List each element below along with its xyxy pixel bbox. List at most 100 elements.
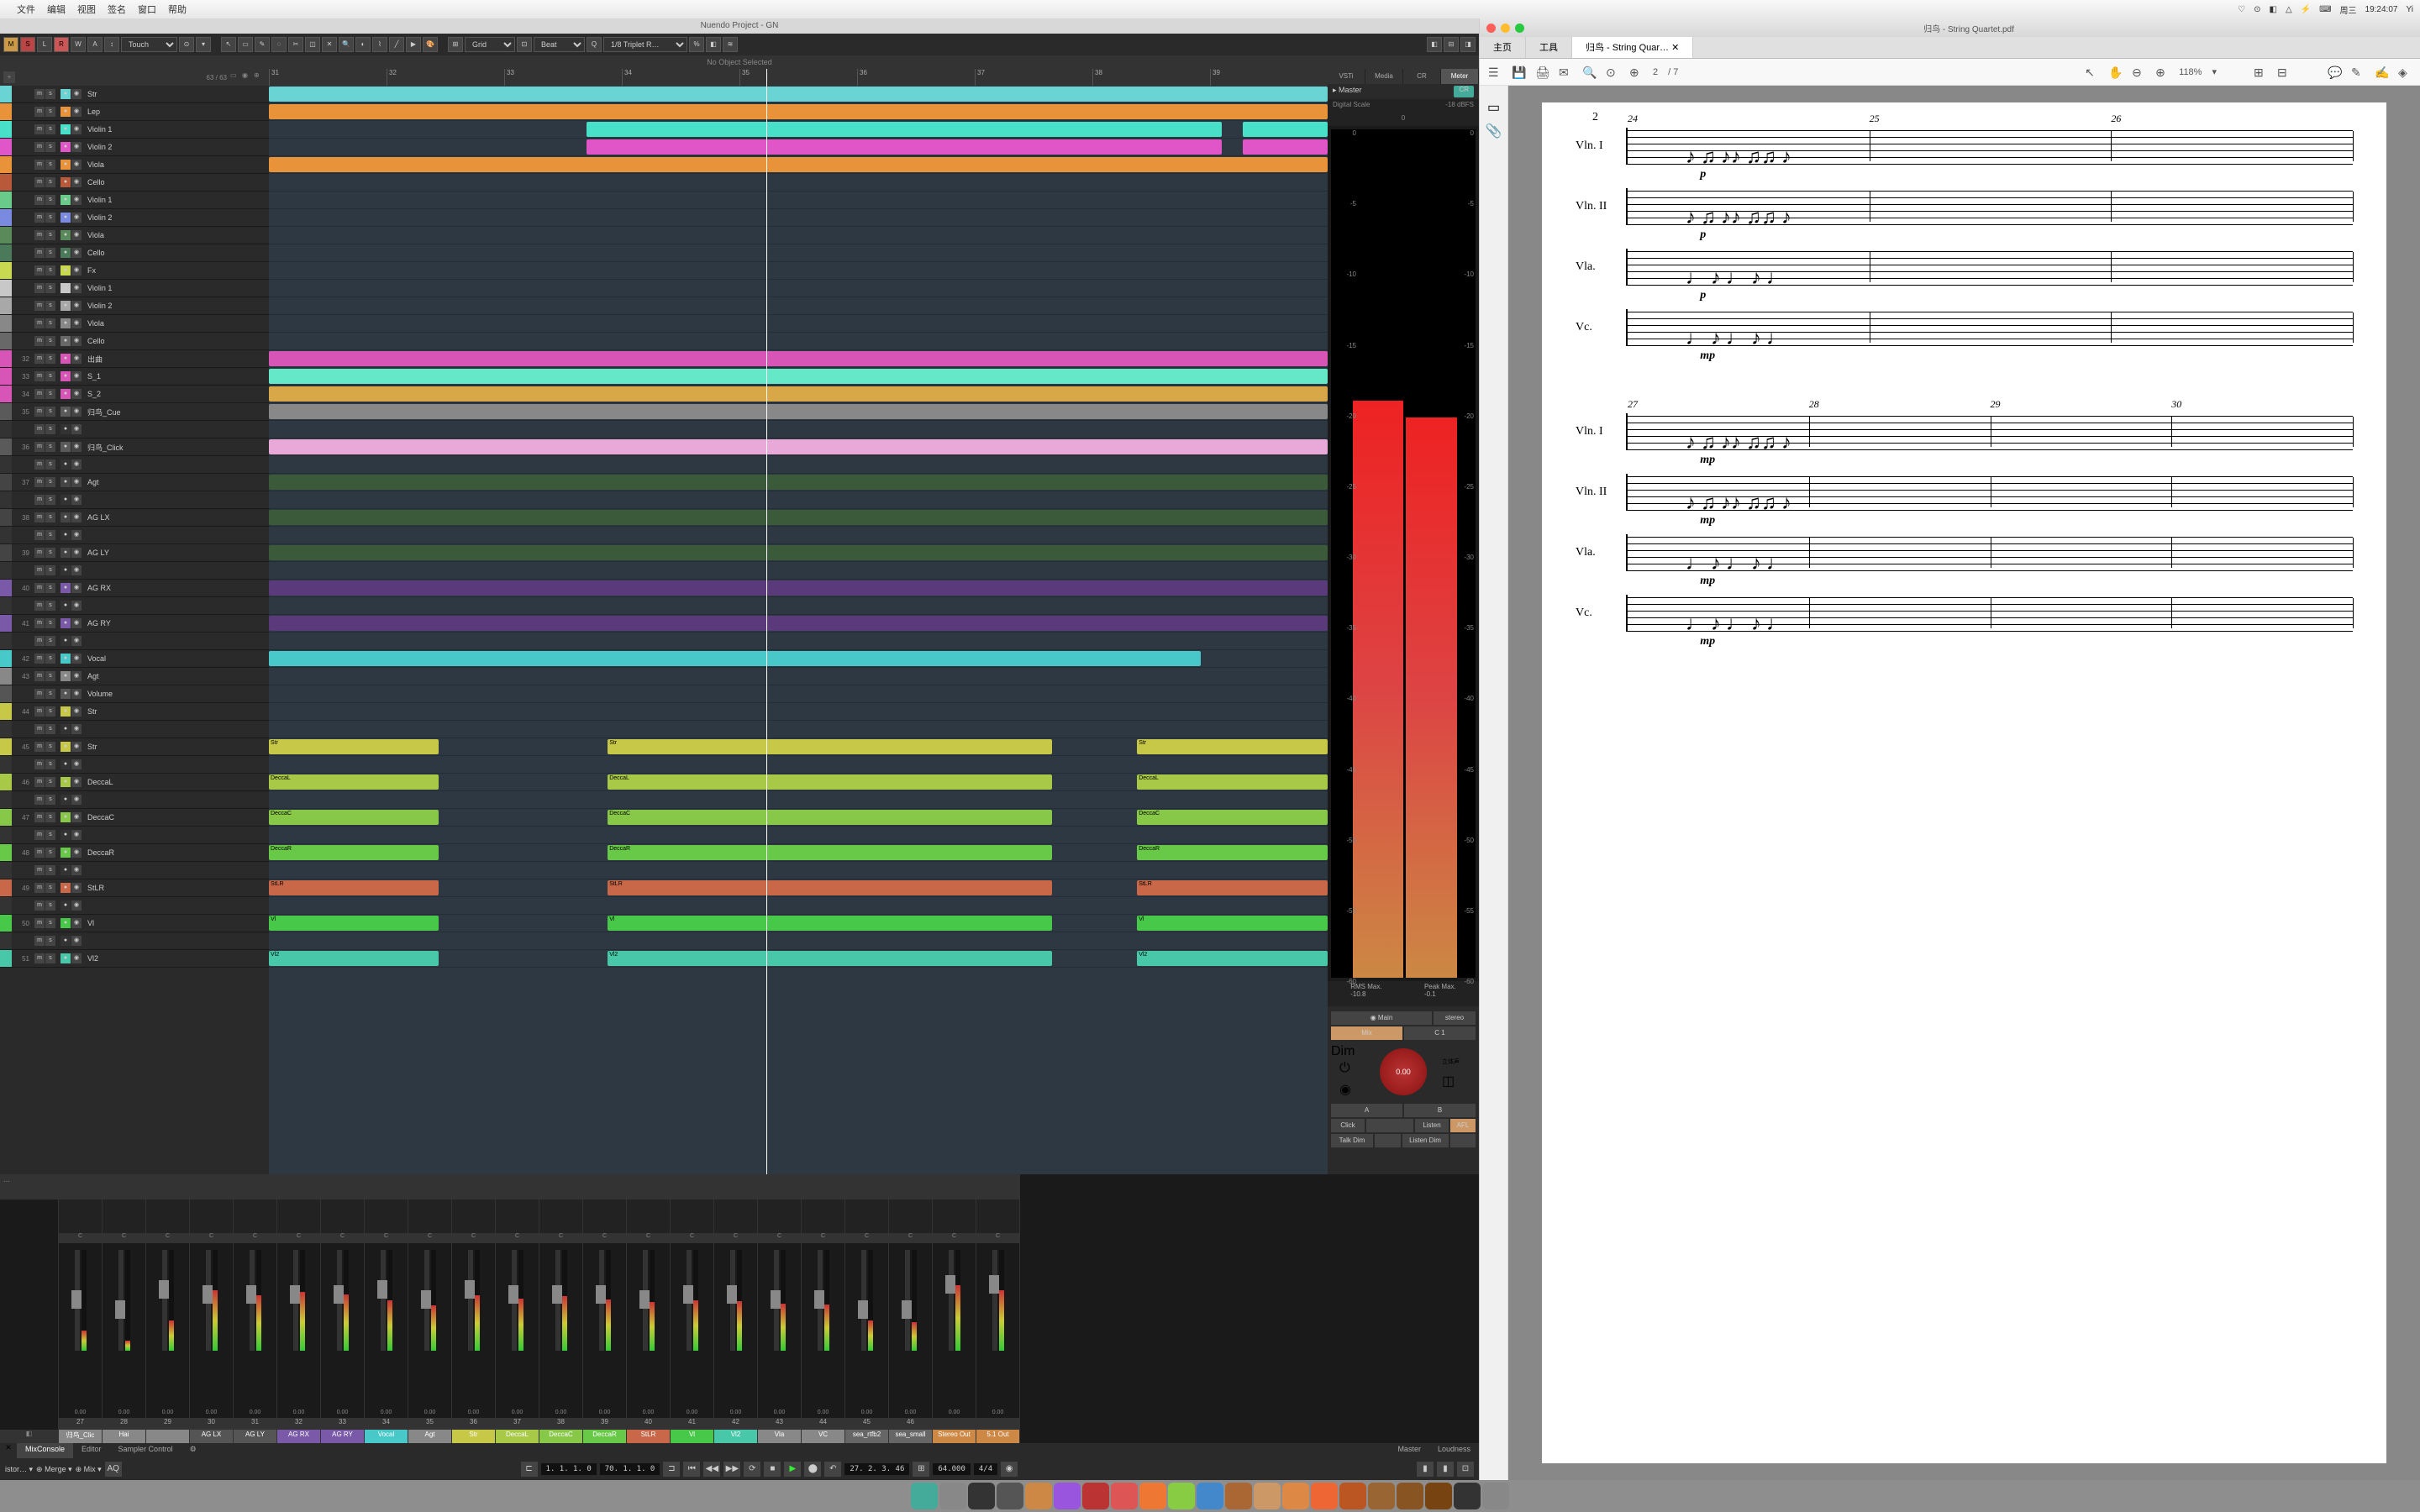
mute-button[interactable]: m: [34, 777, 45, 787]
track-header[interactable]: ms ●◉ Viola: [0, 315, 269, 333]
record-enable-button[interactable]: ●: [60, 583, 71, 593]
record-enable-button[interactable]: ●: [60, 512, 71, 522]
channel-strip[interactable]: C 0.00 28 Hai: [103, 1174, 146, 1443]
track-name[interactable]: 归鸟_Click: [84, 442, 269, 453]
monitor-button[interactable]: ◉: [71, 459, 82, 470]
track-header[interactable]: 43 ms ●◉ Agt: [0, 668, 269, 685]
pan-display[interactable]: C: [277, 1233, 320, 1243]
record-enable-button[interactable]: ●: [60, 548, 71, 558]
play-button[interactable]: ▶: [784, 1462, 801, 1477]
track-name[interactable]: Str: [84, 707, 269, 716]
timeline-ruler[interactable]: 313233343536373839: [269, 69, 1328, 86]
read-button[interactable]: R: [54, 37, 69, 52]
track-header[interactable]: ms ●◉: [0, 633, 269, 650]
track-header[interactable]: 33 ms ●◉ S_1: [0, 368, 269, 386]
mute-button[interactable]: m: [34, 530, 45, 540]
monitor-button[interactable]: ◉: [71, 248, 82, 258]
channel-strip[interactable]: C 0.00 32 AG RX: [277, 1174, 321, 1443]
track-header[interactable]: ms ●◉ Lep: [0, 103, 269, 121]
auto-button[interactable]: A: [87, 37, 103, 52]
status-icon[interactable]: △: [2286, 5, 2292, 14]
channel-eq[interactable]: [59, 1200, 102, 1233]
zoom-level[interactable]: 118%: [2179, 67, 2202, 77]
page-number-input[interactable]: 2: [1653, 67, 1658, 77]
click-slider[interactable]: [1366, 1119, 1413, 1132]
channel-strip[interactable]: C 0.00 27 归鸟_Clic: [59, 1174, 103, 1443]
ruler-mark[interactable]: 33: [504, 69, 622, 86]
mute-button[interactable]: m: [34, 565, 45, 575]
audio-clip[interactable]: DeccaR: [269, 845, 439, 860]
monitor-button[interactable]: ◉: [71, 213, 82, 223]
clip-lane[interactable]: [269, 156, 1328, 174]
channel-strip[interactable]: C 0.00 42 Vl2: [714, 1174, 758, 1443]
track-header[interactable]: 39 ms ●◉ AG LY: [0, 544, 269, 562]
clip-lane[interactable]: [269, 244, 1328, 262]
split-tool[interactable]: ✂: [288, 37, 303, 52]
track-name[interactable]: Violin 2: [84, 213, 269, 222]
channel-fader[interactable]: [687, 1250, 692, 1351]
mute-button[interactable]: m: [34, 318, 45, 328]
pan-display[interactable]: C: [671, 1233, 713, 1243]
monitor-button[interactable]: ◉: [71, 830, 82, 840]
solo-button[interactable]: s: [45, 354, 55, 364]
track-header[interactable]: 47 ms ●◉ DeccaC: [0, 809, 269, 827]
solo-button[interactable]: s: [45, 530, 55, 540]
record-enable-button[interactable]: ●: [60, 918, 71, 928]
mute-button[interactable]: m: [34, 742, 45, 752]
mute-all-button[interactable]: M: [3, 37, 18, 52]
record-enable-button[interactable]: ●: [60, 565, 71, 575]
solo-button[interactable]: s: [45, 389, 55, 399]
channel-eq[interactable]: [627, 1200, 670, 1233]
c1-button[interactable]: C 1: [1404, 1026, 1476, 1040]
monitor-button[interactable]: ◉: [71, 865, 82, 875]
monitor-button[interactable]: ◉: [71, 601, 82, 611]
monitor-button[interactable]: ◉: [71, 265, 82, 276]
audio-clip[interactable]: [269, 510, 1328, 525]
dim-button[interactable]: Dim: [1331, 1044, 1365, 1058]
view-mode-icon[interactable]: ⊟: [2277, 66, 2291, 79]
record-enable-button[interactable]: ●: [60, 671, 71, 681]
audio-clip[interactable]: [269, 87, 1328, 102]
highlight-icon[interactable]: ✎: [2351, 66, 2365, 79]
channel-label[interactable]: VC: [802, 1430, 844, 1443]
mute-button[interactable]: m: [34, 830, 45, 840]
track-name[interactable]: S_2: [84, 390, 269, 398]
solo-button[interactable]: s: [45, 548, 55, 558]
mute-button[interactable]: m: [34, 654, 45, 664]
track-header[interactable]: 32 ms ●◉ 出曲: [0, 350, 269, 368]
monitor-button[interactable]: ◉: [71, 371, 82, 381]
pointer-tool[interactable]: ↖: [221, 37, 236, 52]
solo-button[interactable]: s: [45, 459, 55, 470]
zone-bottom-button[interactable]: ⊟: [1444, 37, 1459, 52]
audio-clip[interactable]: Vl: [1137, 916, 1328, 931]
channel-eq[interactable]: [452, 1200, 495, 1233]
solo-button[interactable]: s: [45, 689, 55, 699]
solo-button[interactable]: s: [45, 336, 55, 346]
track-header[interactable]: ms ●◉: [0, 527, 269, 544]
dock-app-icon[interactable]: [1025, 1483, 1052, 1509]
line-tool[interactable]: ╱: [389, 37, 404, 52]
clip-lane[interactable]: [269, 580, 1328, 597]
snap-toggle[interactable]: ⊞: [448, 37, 463, 52]
record-enable-button[interactable]: ●: [60, 371, 71, 381]
dock-app-icon[interactable]: [1282, 1483, 1309, 1509]
record-enable-button[interactable]: ●: [60, 953, 71, 963]
monitor-button[interactable]: ◉: [71, 195, 82, 205]
monitor-button[interactable]: ◉: [71, 389, 82, 399]
solo-button[interactable]: s: [45, 248, 55, 258]
pan-display[interactable]: C: [539, 1233, 582, 1243]
audio-clip[interactable]: [269, 404, 1328, 419]
channel-label[interactable]: DeccaL: [496, 1430, 539, 1443]
channel-eq[interactable]: [845, 1200, 888, 1233]
mute-button[interactable]: m: [34, 724, 45, 734]
retrospective-button[interactable]: ↶: [824, 1462, 841, 1477]
menu-edit[interactable]: 编辑: [47, 3, 66, 16]
record-enable-button[interactable]: ●: [60, 530, 71, 540]
channel-eq[interactable]: [802, 1200, 844, 1233]
tab-document[interactable]: 归鸟 - String Quar… ✕: [1572, 37, 1693, 58]
solo-button[interactable]: s: [45, 301, 55, 311]
clip-lane[interactable]: [269, 862, 1328, 879]
clip-lane[interactable]: [269, 174, 1328, 192]
channel-strip[interactable]: C 0.00 44 VC: [802, 1174, 845, 1443]
zone-right-button[interactable]: ◨: [1460, 37, 1476, 52]
